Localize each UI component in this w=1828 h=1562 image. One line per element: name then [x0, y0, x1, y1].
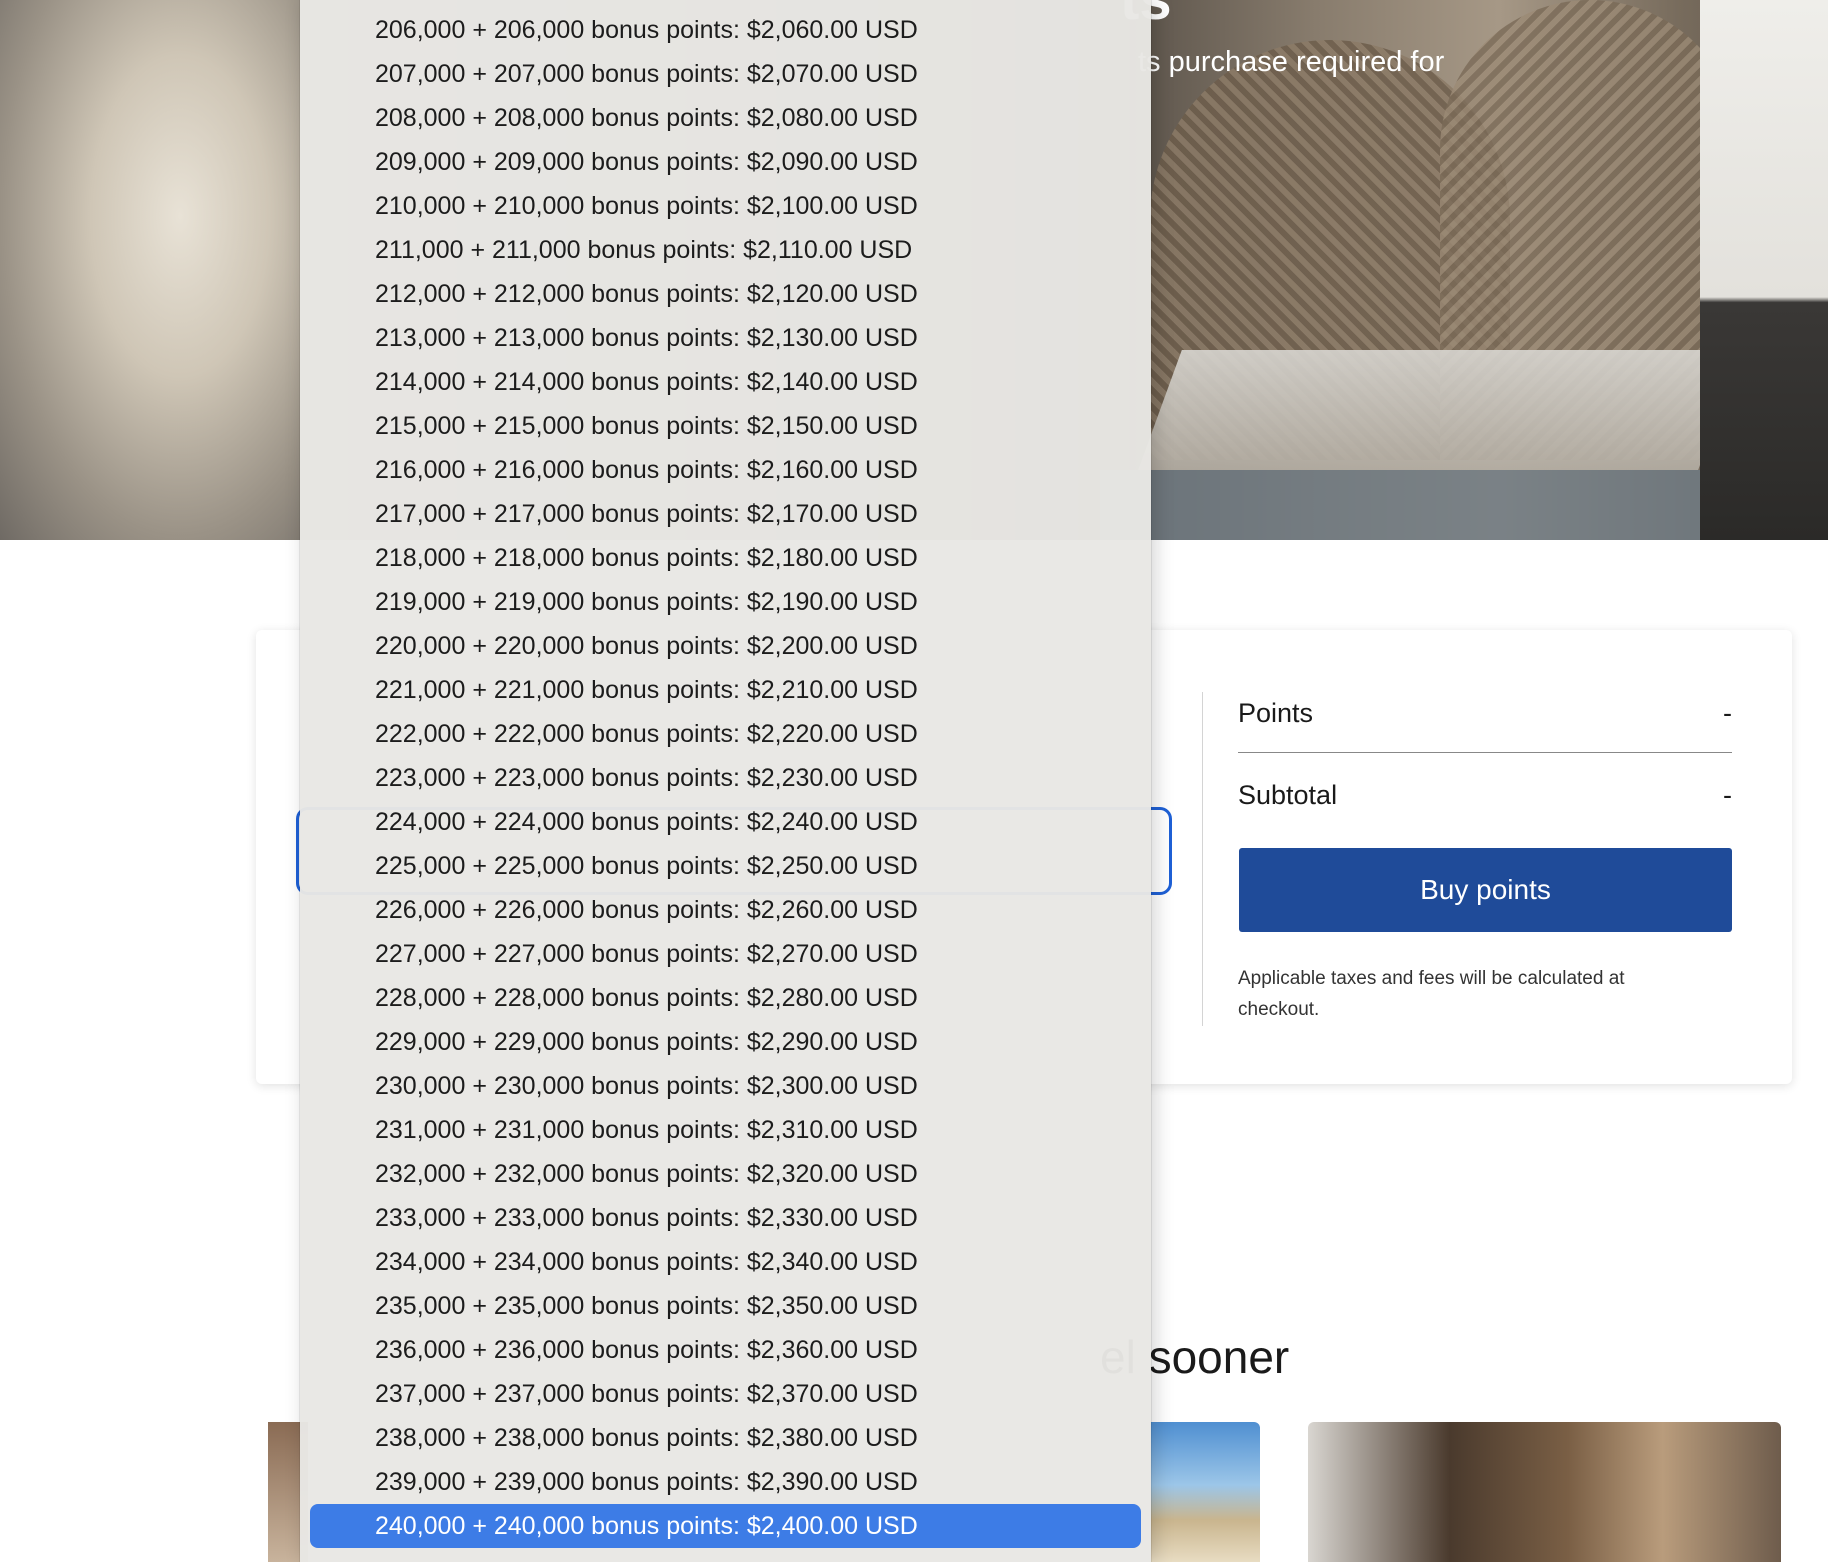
points-option[interactable]: 209,000 + 209,000 bonus points: $2,090.0… [300, 140, 1151, 184]
points-option[interactable]: 232,000 + 232,000 bonus points: $2,320.0… [300, 1152, 1151, 1196]
points-option[interactable]: 236,000 + 236,000 bonus points: $2,360.0… [300, 1328, 1151, 1372]
hero-subtitle: ts purchase required for [1138, 46, 1445, 78]
hero-image-lounger [1138, 350, 1742, 470]
buy-points-button[interactable]: Buy points [1239, 848, 1732, 932]
points-options: 205,000 + 205,000 bonus points: $2,050.0… [300, 0, 1151, 1548]
points-option[interactable]: 228,000 + 228,000 bonus points: $2,280.0… [300, 976, 1151, 1020]
points-option[interactable]: 205,000 + 205,000 bonus points: $2,050.0… [300, 0, 1151, 8]
points-option[interactable]: 231,000 + 231,000 bonus points: $2,310.0… [300, 1108, 1151, 1152]
points-option[interactable]: 224,000 + 224,000 bonus points: $2,240.0… [300, 800, 1151, 844]
points-option[interactable]: 206,000 + 206,000 bonus points: $2,060.0… [300, 8, 1151, 52]
points-option[interactable]: 207,000 + 207,000 bonus points: $2,070.0… [300, 52, 1151, 96]
points-option[interactable]: 238,000 + 238,000 bonus points: $2,380.0… [300, 1416, 1151, 1460]
points-option[interactable]: 220,000 + 220,000 bonus points: $2,200.0… [300, 624, 1151, 668]
points-option[interactable]: 237,000 + 237,000 bonus points: $2,370.0… [300, 1372, 1151, 1416]
points-option[interactable]: 222,000 + 222,000 bonus points: $2,220.0… [300, 712, 1151, 756]
points-option[interactable]: 223,000 + 223,000 bonus points: $2,230.0… [300, 756, 1151, 800]
offer-card-image-2[interactable] [1150, 1422, 1260, 1562]
offer-card-image-3[interactable] [1308, 1422, 1781, 1562]
hero-image-man [1700, 0, 1828, 540]
points-option[interactable]: 227,000 + 227,000 bonus points: $2,270.0… [300, 932, 1151, 976]
hero-image-woman [0, 0, 300, 540]
points-option[interactable]: 214,000 + 214,000 bonus points: $2,140.0… [300, 360, 1151, 404]
tax-note: Applicable taxes and fees will be calcul… [1238, 968, 1625, 1020]
points-option[interactable]: 234,000 + 234,000 bonus points: $2,340.0… [300, 1240, 1151, 1284]
points-option[interactable]: 210,000 + 210,000 bonus points: $2,100.0… [300, 184, 1151, 228]
points-option[interactable]: 211,000 + 211,000 bonus points: $2,110.0… [300, 228, 1151, 272]
points-option[interactable]: 239,000 + 239,000 bonus points: $2,390.0… [300, 1460, 1151, 1504]
points-option[interactable]: 218,000 + 218,000 bonus points: $2,180.0… [300, 536, 1151, 580]
points-option[interactable]: 215,000 + 215,000 bonus points: $2,150.0… [300, 404, 1151, 448]
points-summary-row: Points - [1238, 698, 1732, 729]
points-option[interactable]: 229,000 + 229,000 bonus points: $2,290.0… [300, 1020, 1151, 1064]
points-option[interactable]: 213,000 + 213,000 bonus points: $2,130.0… [300, 316, 1151, 360]
points-option[interactable]: 226,000 + 226,000 bonus points: $2,260.0… [300, 888, 1151, 932]
card-divider [1202, 692, 1203, 1026]
points-option[interactable]: 216,000 + 216,000 bonus points: $2,160.0… [300, 448, 1151, 492]
summary-divider [1238, 752, 1732, 753]
points-option[interactable]: 240,000 + 240,000 bonus points: $2,400.0… [310, 1504, 1141, 1548]
points-dropdown-list[interactable]: 205,000 + 205,000 bonus points: $2,050.0… [300, 0, 1151, 1562]
points-label: Points [1238, 698, 1314, 728]
points-option[interactable]: 225,000 + 225,000 bonus points: $2,250.0… [300, 844, 1151, 888]
points-option[interactable]: 233,000 + 233,000 bonus points: $2,330.0… [300, 1196, 1151, 1240]
points-option[interactable]: 217,000 + 217,000 bonus points: $2,170.0… [300, 492, 1151, 536]
points-option[interactable]: 221,000 + 221,000 bonus points: $2,210.0… [300, 668, 1151, 712]
points-option[interactable]: 208,000 + 208,000 bonus points: $2,080.0… [300, 96, 1151, 140]
points-option[interactable]: 230,000 + 230,000 bonus points: $2,300.0… [300, 1064, 1151, 1108]
points-option[interactable]: 235,000 + 235,000 bonus points: $2,350.0… [300, 1284, 1151, 1328]
subtotal-value: - [1723, 780, 1732, 810]
points-value: - [1723, 698, 1732, 728]
subtotal-summary-row: Subtotal - [1238, 780, 1732, 811]
subtotal-label: Subtotal [1238, 780, 1338, 810]
points-option[interactable]: 212,000 + 212,000 bonus points: $2,120.0… [300, 272, 1151, 316]
points-option[interactable]: 219,000 + 219,000 bonus points: $2,190.0… [300, 580, 1151, 624]
